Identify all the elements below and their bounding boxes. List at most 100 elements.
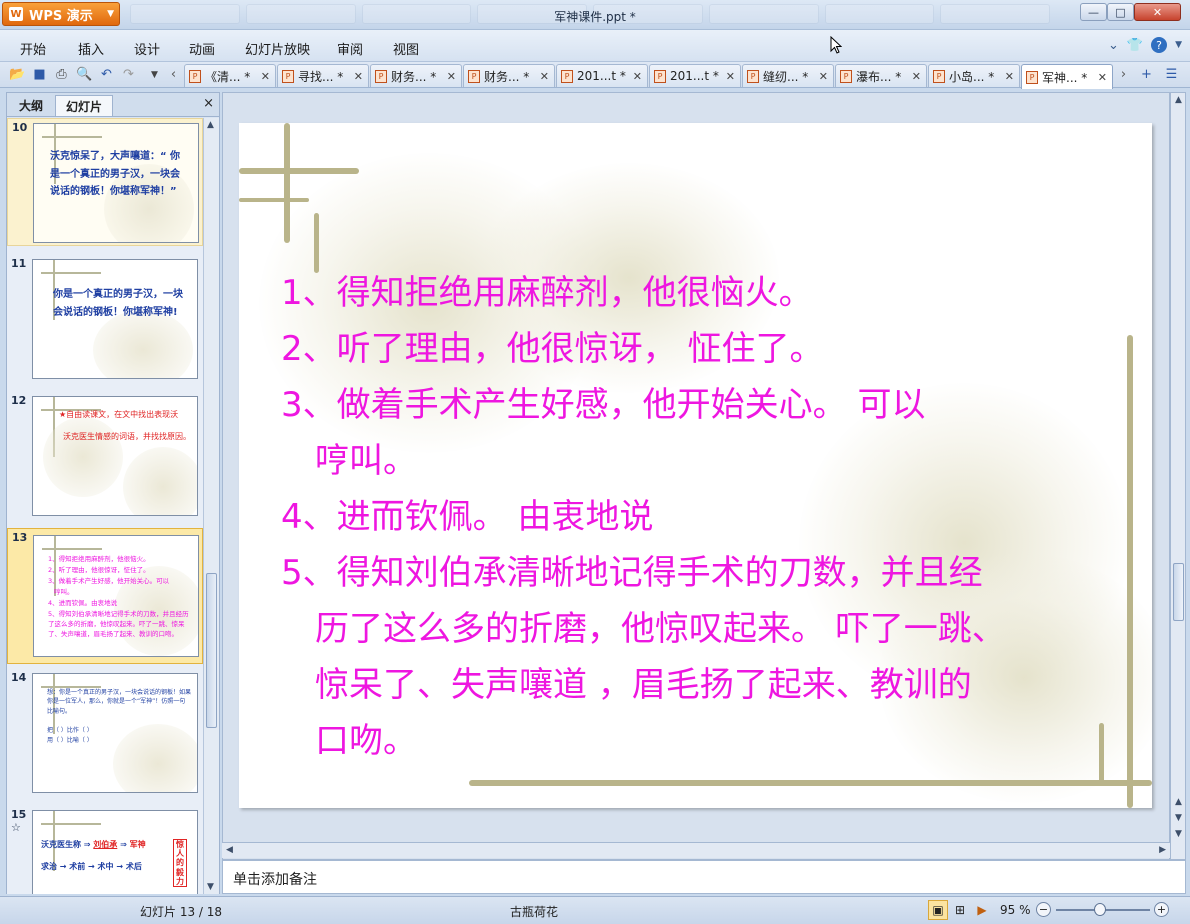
slide-thumb-15[interactable]: 15 ☆ 沃克医生称 ⇒ 刘伯承 ⇒ 军神 求治 → 术前 → 术中 → 术后 … xyxy=(7,806,203,894)
tab-outline[interactable]: 大纲 xyxy=(9,95,53,116)
next-slide-icon[interactable]: ▼ xyxy=(1175,829,1182,839)
thumb-text-1: 想：你是一个真正的男子汉，一块会说话的钢板！如果你是一位军人，那么，你就是一个“… xyxy=(47,689,192,715)
zoom-out-icon[interactable]: − xyxy=(1036,902,1051,917)
vine-decoration xyxy=(314,213,319,273)
slide-thumb-12[interactable]: 12 ★自由读课文，在文中找出表现沃 沃克医生情感的词语，并找找原因。 xyxy=(7,392,203,520)
slide-line-3-cont: 哼叫。 xyxy=(315,441,417,481)
skin-icon[interactable]: 👕 xyxy=(1127,38,1143,53)
thumb-text-2: 把（ ）比作（ ） xyxy=(47,727,93,734)
close-tab-icon[interactable]: ✕ xyxy=(722,70,735,83)
doc-tab-label: 201...t * xyxy=(670,69,719,83)
print-icon[interactable]: ⎙ xyxy=(53,66,70,83)
close-window-button[interactable]: ✕ xyxy=(1134,3,1181,21)
close-tab-icon[interactable]: ✕ xyxy=(443,70,456,83)
slide-preview: 1、得知拒绝用麻醉剂，他很恼火。 2、听了理由，他很惊讶，怔住了。 3、做着手术… xyxy=(33,535,199,657)
mouse-cursor-icon xyxy=(830,36,842,54)
menu-slideshow[interactable]: 幻灯片放映 xyxy=(245,39,310,58)
close-tab-icon[interactable]: ✕ xyxy=(1094,71,1107,84)
close-tab-icon[interactable]: ✕ xyxy=(536,70,549,83)
thumbnail-scrollbar[interactable]: ▲ ▼ xyxy=(203,118,219,894)
menu-review[interactable]: 审阅 xyxy=(337,39,363,58)
new-tab-icon[interactable]: + xyxy=(1138,66,1155,83)
normal-view-icon[interactable]: ▣ xyxy=(928,900,948,920)
panel-tabs: 大纲 幻灯片 × xyxy=(7,93,219,117)
thumb-text: 军神 xyxy=(129,840,146,849)
chevron-down-icon: ▼ xyxy=(107,9,114,19)
print-preview-icon[interactable]: 🔍 xyxy=(76,66,93,83)
slideshow-icon[interactable]: ▶ xyxy=(972,900,992,920)
redo-icon[interactable]: ↷ xyxy=(120,66,137,83)
doc-tab-label: 寻找... * xyxy=(298,69,344,84)
doc-tab-6[interactable]: P 201...t * ✕ xyxy=(649,64,741,87)
thumb-text: ★自由读课文，在文中找出表现沃 xyxy=(59,410,179,419)
scrollbar-thumb[interactable] xyxy=(1173,563,1184,621)
close-tab-icon[interactable]: ✕ xyxy=(629,70,642,83)
zoom-slider-handle[interactable] xyxy=(1094,903,1106,916)
doc-tab-label: 201...t * xyxy=(577,69,626,83)
scroll-down-icon[interactable]: ▼ xyxy=(207,882,214,892)
doc-tab-4[interactable]: P 财务... * ✕ xyxy=(463,64,555,87)
help-dropdown-icon[interactable]: ▼ xyxy=(1175,40,1182,50)
tabs-scroll-left-icon[interactable]: ‹ xyxy=(165,66,182,83)
doc-tab-label: 瀑布... * xyxy=(856,69,902,84)
doc-tab-7[interactable]: P 缝纫... * ✕ xyxy=(742,64,834,87)
doc-tab-3[interactable]: P 财务... * ✕ xyxy=(370,64,462,87)
doc-tab-9[interactable]: P 小岛... * ✕ xyxy=(928,64,1020,87)
ppt-file-icon: P xyxy=(840,69,852,83)
minimize-button[interactable]: — xyxy=(1080,3,1107,21)
menu-design[interactable]: 设计 xyxy=(134,39,160,58)
doc-tab-8[interactable]: P 瀑布... * ✕ xyxy=(835,64,927,87)
close-tab-icon[interactable]: ✕ xyxy=(908,70,921,83)
save-icon[interactable]: ■ xyxy=(31,66,48,83)
scroll-right-icon[interactable]: ▶ xyxy=(1159,845,1166,855)
menu-insert[interactable]: 插入 xyxy=(78,39,104,58)
scrollbar-thumb[interactable] xyxy=(206,573,217,728)
prev-slide-icon[interactable]: ▲ xyxy=(1175,797,1182,807)
document-tab-bar: 📂 ■ ⎙ 🔍 ↶ ↷ ▼ ‹ P 《清... * ✕ P 寻找... * ✕ … xyxy=(0,62,1190,89)
open-folder-icon[interactable]: 📂 xyxy=(9,66,26,83)
slide-canvas[interactable]: 1、得知拒绝用麻醉剂，他很恼火。 2、听了理由，他很惊讶， 怔住了。 3、做着手… xyxy=(239,123,1152,808)
tab-slides[interactable]: 幻灯片 xyxy=(55,95,114,116)
slide-thumb-13-selected[interactable]: 13 1、得知拒绝用麻醉剂，他很恼火。 2、听了理由，他很惊讶，怔住了。 3、做… xyxy=(7,528,203,664)
slide-sorter-icon[interactable]: ⊞ xyxy=(950,900,970,920)
collapse-ribbon-icon[interactable]: ⌄ xyxy=(1108,38,1119,53)
help-icon[interactable]: ? xyxy=(1151,37,1168,53)
close-panel-icon[interactable]: × xyxy=(203,96,214,111)
tab-list-icon[interactable]: ☰ xyxy=(1163,66,1180,83)
doc-tab-label: 缝纫... * xyxy=(763,69,809,84)
doc-tab-2[interactable]: P 寻找... * ✕ xyxy=(277,64,369,87)
ppt-file-icon: P xyxy=(654,69,666,83)
slide-line-4: 4、进而钦佩。 由衷地说 xyxy=(281,497,654,537)
maximize-button[interactable]: □ xyxy=(1107,3,1134,21)
doc-tab-5[interactable]: P 201...t * ✕ xyxy=(556,64,648,87)
menu-animation[interactable]: 动画 xyxy=(189,39,215,58)
menu-home[interactable]: 开始 xyxy=(20,39,46,58)
close-tab-icon[interactable]: ✕ xyxy=(350,70,363,83)
app-menu-button[interactable]: W WPS 演示 ▼ xyxy=(2,2,120,26)
tabs-scroll-right-icon[interactable]: › xyxy=(1115,66,1132,83)
slide-thumb-11[interactable]: 11 你是一个真正的男子汉，一块会说话的钢板！你堪称军神! xyxy=(7,255,203,383)
scroll-up-icon[interactable]: ▲ xyxy=(207,120,214,130)
zoom-in-icon[interactable]: + xyxy=(1154,902,1169,917)
doc-tab-active[interactable]: P 军神... * ✕ xyxy=(1021,64,1113,89)
doc-tab-1[interactable]: P 《清... * ✕ xyxy=(184,64,276,87)
notes-pane[interactable]: 单击添加备注 xyxy=(222,860,1186,894)
menu-view[interactable]: 视图 xyxy=(393,39,419,58)
slide-thumb-14[interactable]: 14 想：你是一个真正的男子汉，一块会说话的钢板！如果你是一位军人，那么，你就是… xyxy=(7,669,203,797)
scroll-down-icon[interactable]: ▼ xyxy=(1175,813,1182,823)
scroll-left-icon[interactable]: ◀ xyxy=(226,845,233,855)
close-tab-icon[interactable]: ✕ xyxy=(1001,70,1014,83)
horizontal-scrollbar[interactable]: ◀ ▶ xyxy=(222,842,1170,858)
close-tab-icon[interactable]: ✕ xyxy=(815,70,828,83)
scroll-up-icon[interactable]: ▲ xyxy=(1175,95,1182,105)
slide-text-box[interactable]: 1、得知拒绝用麻醉剂，他很恼火。 2、听了理由，他很惊讶， 怔住了。 3、做着手… xyxy=(281,265,1121,769)
toolbar-dropdown-icon[interactable]: ▼ xyxy=(146,66,163,83)
doc-tab-label: 财务... * xyxy=(484,69,530,84)
vertical-scrollbar[interactable]: ▲ ▲ ▼ ▼ xyxy=(1170,92,1186,860)
undo-icon[interactable]: ↶ xyxy=(98,66,115,83)
slide-thumb-10[interactable]: 10 沃克惊呆了，大声嚷道：“ 你是一个真正的男子汉，一块会说话的钢板！你堪称军… xyxy=(7,118,203,246)
menu-right-tools: ⌄ 👕 ? ▼ xyxy=(1108,37,1182,53)
close-tab-icon[interactable]: ✕ xyxy=(257,70,270,83)
vine-decoration xyxy=(284,123,290,243)
slide-thumbnail-list: 10 沃克惊呆了，大声嚷道：“ 你是一个真正的男子汉，一块会说话的钢板！你堪称军… xyxy=(7,118,203,894)
